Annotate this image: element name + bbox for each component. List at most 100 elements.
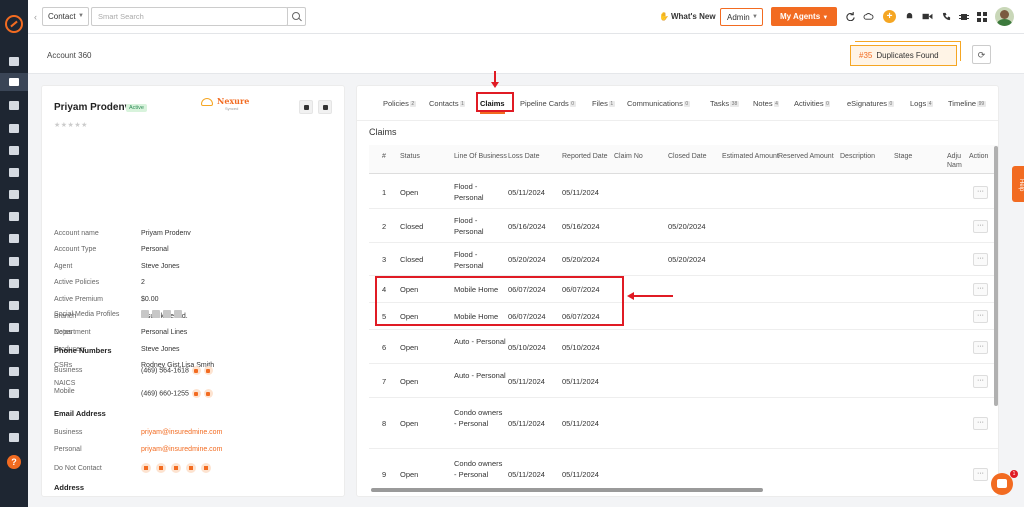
help-circle-icon[interactable]: ? (7, 455, 21, 469)
column-header[interactable]: Reported Date (562, 152, 608, 161)
column-header[interactable]: Adju Nam (947, 152, 967, 170)
edit-icon[interactable] (299, 100, 313, 114)
vertical-scrollbar[interactable] (994, 146, 998, 406)
folder-icon[interactable] (9, 279, 19, 288)
row-action-button[interactable]: ··· (973, 253, 988, 266)
top-bar: ‹ Contact ▼ Smart Search ✋ What's New Adm… (28, 0, 1024, 34)
chip-icon[interactable] (959, 12, 969, 22)
twitter-icon[interactable] (163, 310, 171, 318)
column-header[interactable]: Stage (894, 152, 912, 161)
row-action-button[interactable]: ··· (973, 283, 988, 296)
mail-icon[interactable] (9, 367, 19, 376)
tab-notes[interactable]: Notes 4 (753, 99, 780, 108)
column-header[interactable]: Action (969, 152, 988, 161)
table-row[interactable]: 3 Closed Flood - Personal 05/20/2024 05/20/2… (369, 243, 998, 276)
role-select[interactable]: Admin ▼ (720, 8, 763, 26)
contacts-icon[interactable] (9, 101, 19, 110)
tab-pipeline-cards[interactable]: Pipeline Cards 0 (520, 99, 576, 108)
chat-icon[interactable] (203, 389, 213, 398)
table-row[interactable]: 1 Open Flood - Personal 05/11/2024 05/11/202… (369, 175, 998, 209)
settings-icon[interactable] (9, 433, 19, 442)
chat-icon[interactable] (156, 463, 166, 473)
list-icon[interactable] (9, 146, 19, 155)
tab-esignatures[interactable]: eSignatures 0 (847, 99, 894, 108)
row-action-button[interactable]: ··· (973, 219, 988, 233)
column-header[interactable]: Claim No (614, 152, 643, 161)
filter-icon[interactable] (9, 190, 19, 199)
dashboard-icon[interactable] (9, 57, 19, 66)
column-header[interactable]: Loss Date (508, 152, 540, 161)
horizontal-scrollbar[interactable] (371, 488, 763, 492)
tab-policies[interactable]: Policies 2 (383, 99, 416, 108)
column-header[interactable]: Reserved Amount (778, 152, 834, 161)
email-business-link[interactable]: priyam@insuredmine.com (141, 429, 222, 436)
duplicates-found-button[interactable]: #35 Duplicates Found (850, 41, 961, 66)
tab-activities[interactable]: Activities 0 (794, 99, 831, 108)
column-header[interactable]: # (382, 152, 386, 161)
table-row[interactable]: 6 Open Auto - Personal 05/10/2024 05/10/2024… (369, 330, 998, 364)
handshake-icon[interactable] (9, 389, 19, 398)
search-icon[interactable] (287, 7, 306, 26)
column-header[interactable]: Estimated Amount (722, 152, 779, 161)
table-row[interactable]: 2 Closed Flood - Personal 05/16/2024 05/16/2… (369, 209, 998, 243)
column-header[interactable]: Line Of Business (454, 152, 507, 161)
phone-icon[interactable] (191, 389, 201, 398)
search-input[interactable]: Smart Search (91, 7, 288, 26)
people-icon[interactable] (9, 234, 19, 243)
table-row[interactable]: 8 Open Condo owners - Personal 05/11/2024 05… (369, 398, 998, 449)
my-agents-button[interactable]: My Agents ▼ (771, 7, 837, 26)
tab-contacts[interactable]: Contacts 1 (429, 99, 466, 108)
bar-chart-icon[interactable] (9, 257, 19, 266)
document-icon[interactable] (9, 168, 19, 177)
mail-icon[interactable] (141, 463, 151, 473)
tab-logs[interactable]: Logs 4 (910, 99, 934, 108)
column-header[interactable]: Description (840, 152, 875, 161)
refresh-icon[interactable] (846, 12, 855, 21)
database-icon[interactable] (9, 323, 19, 332)
row-action-button[interactable]: ··· (973, 340, 988, 354)
rating-stars[interactable]: ★★★★★ (54, 121, 88, 129)
email-personal-link[interactable]: priyam@insuredmine.com (141, 446, 222, 453)
bell-icon[interactable] (905, 12, 914, 21)
bank-icon[interactable] (9, 124, 19, 133)
chat-icon[interactable] (991, 473, 1013, 495)
row-action-button[interactable]: ··· (973, 185, 988, 199)
refresh-duplicates-button[interactable]: ⟳ (972, 45, 991, 64)
row-action-button[interactable]: ··· (973, 417, 988, 430)
whats-new-link[interactable]: ✋ What's New (659, 12, 716, 21)
megaphone-icon[interactable] (9, 212, 19, 221)
grid-icon[interactable] (977, 12, 987, 22)
module-select[interactable]: Contact ▼ (42, 7, 89, 26)
row-action-button[interactable]: ··· (973, 310, 988, 323)
trend-icon[interactable] (9, 411, 19, 420)
tab-communications[interactable]: Communications 0 (627, 99, 690, 108)
globe-icon[interactable] (174, 310, 182, 318)
app-logo-icon[interactable] (5, 15, 23, 33)
chat-icon[interactable] (203, 366, 213, 375)
column-header[interactable]: Closed Date (668, 152, 707, 161)
facebook-icon[interactable] (152, 310, 160, 318)
avatar[interactable] (995, 7, 1014, 26)
tab-tasks[interactable]: Tasks 38 (710, 99, 739, 108)
linkedin-icon[interactable] (141, 310, 149, 318)
google-icon[interactable] (9, 301, 19, 310)
tab-timeline[interactable]: Timeline 99 (948, 99, 986, 108)
table-row[interactable]: 7 Open Auto - Personal 05/11/2024 05/11/2024… (369, 364, 998, 398)
fax-icon[interactable] (186, 463, 196, 473)
help-tab[interactable]: Help (1012, 166, 1024, 202)
cloud-icon[interactable] (863, 12, 874, 21)
plus-icon[interactable]: + (883, 10, 896, 23)
column-header[interactable]: Status (400, 152, 420, 161)
collapse-icon[interactable]: ‹ (34, 12, 37, 22)
letter-icon[interactable] (201, 463, 211, 473)
phone-icon[interactable] (191, 366, 201, 375)
video-icon[interactable] (922, 12, 933, 21)
delete-icon[interactable] (318, 100, 332, 114)
phone-icon[interactable] (942, 12, 951, 21)
calendar-icon[interactable] (9, 345, 19, 354)
tab-files[interactable]: Files 1 (592, 99, 615, 108)
phone-icon[interactable] (171, 463, 181, 473)
account-360-icon[interactable] (0, 73, 28, 91)
row-action-button[interactable]: ··· (973, 374, 988, 388)
row-action-button[interactable]: ··· (973, 468, 988, 481)
